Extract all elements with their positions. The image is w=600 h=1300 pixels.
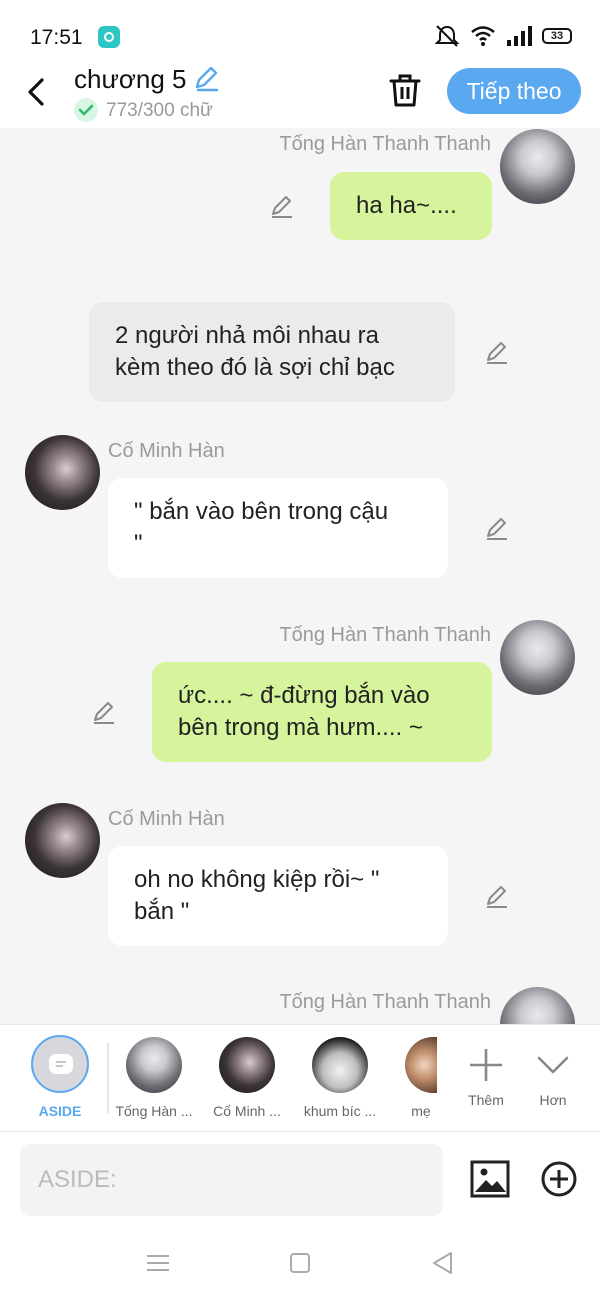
system-nav-bar xyxy=(0,1230,600,1300)
character-avatar[interactable] xyxy=(312,1037,368,1093)
message-bubble[interactable]: " bắn vào bên trong cậu " xyxy=(108,478,448,578)
message-text-line: " bắn vào bên trong cậu xyxy=(134,498,389,525)
character-avatar[interactable] xyxy=(126,1037,182,1093)
chapter-title[interactable]: chương 5 xyxy=(74,64,187,95)
battery-icon: 33 xyxy=(542,28,572,44)
chevron-down-icon[interactable] xyxy=(531,1043,575,1087)
speaker-name: Cố Minh Hàn xyxy=(108,808,225,830)
composer xyxy=(0,1132,600,1230)
back-arrow-icon[interactable] xyxy=(22,72,52,112)
message-text-line: ức.... ~ đ-đừng bắn vào xyxy=(178,682,430,709)
chat-area[interactable]: Tống Hàn Thanh Thanh ha ha~.... 2 người … xyxy=(0,128,600,1024)
word-count: 773/300 chữ xyxy=(106,100,213,121)
character-selector: ASIDE Tống Hàn ... Cố Minh ... khum bíc … xyxy=(0,1024,600,1132)
character-label[interactable]: Tống Hàn ... xyxy=(109,1103,199,1119)
edit-title-pencil-icon[interactable] xyxy=(192,64,220,92)
message-text-line: bên trong mà hưm.... ~ xyxy=(178,714,423,741)
avatar[interactable] xyxy=(500,129,575,204)
message-bubble[interactable]: ức.... ~ đ-đừng bắn vào bên trong mà hưm… xyxy=(152,662,492,762)
check-icon xyxy=(74,98,98,122)
speaker-name: Tống Hàn Thanh Thanh xyxy=(279,133,491,155)
message-bubble[interactable]: oh no không kiệp rồi~ " bắn " xyxy=(108,846,448,946)
character-label[interactable]: khum bíc ... xyxy=(295,1103,385,1119)
aside-text-line: kèm theo đó là sợi chỉ bạc xyxy=(115,354,395,381)
character-avatar[interactable] xyxy=(219,1037,275,1093)
edit-message-pencil-icon[interactable] xyxy=(90,698,118,726)
add-character-icon[interactable] xyxy=(464,1043,508,1087)
menu-icon[interactable] xyxy=(143,1248,173,1278)
image-icon[interactable] xyxy=(470,1160,510,1198)
status-time: 17:51 xyxy=(30,26,83,49)
message-bubble[interactable]: ha ha~.... xyxy=(330,172,492,240)
status-bar: 17:51 33 xyxy=(0,0,600,68)
more-label[interactable]: Hơn xyxy=(523,1092,583,1108)
add-character-label[interactable]: Thêm xyxy=(456,1092,516,1108)
message-text-line: " xyxy=(134,530,143,557)
aside-chat-icon xyxy=(49,1054,73,1074)
speaker-name: Cố Minh Hàn xyxy=(108,440,225,462)
wifi-icon xyxy=(471,26,495,46)
edit-message-pencil-icon[interactable] xyxy=(483,514,511,542)
aside-input[interactable] xyxy=(20,1144,443,1216)
avatar[interactable] xyxy=(25,803,100,878)
message-text-line: oh no không kiệp rồi~ " xyxy=(134,866,380,893)
status-icons: 33 xyxy=(434,24,572,48)
aside-button[interactable] xyxy=(31,1035,89,1093)
avatar[interactable] xyxy=(500,987,575,1024)
message-text: ha ha~.... xyxy=(356,192,457,219)
edit-message-pencil-icon[interactable] xyxy=(483,338,511,366)
app-notification-icon xyxy=(98,26,120,48)
edit-message-pencil-icon[interactable] xyxy=(483,882,511,910)
next-button[interactable]: Tiếp theo xyxy=(447,68,581,114)
aside-label: ASIDE xyxy=(38,1103,82,1119)
signal-icon xyxy=(507,26,532,46)
speaker-name: Tống Hàn Thanh Thanh xyxy=(279,624,491,646)
aside-bubble[interactable]: 2 người nhả môi nhau ra kèm theo đó là s… xyxy=(89,302,455,402)
editor-header: chương 5 773/300 chữ Tiếp theo xyxy=(0,64,600,128)
add-circle-icon[interactable] xyxy=(540,1160,578,1198)
speaker-name: Tống Hàn Thanh Thanh xyxy=(279,991,491,1013)
back-triangle-icon[interactable] xyxy=(428,1248,458,1278)
character-label[interactable]: mẹ xyxy=(376,1103,466,1119)
edit-message-pencil-icon[interactable] xyxy=(268,192,296,220)
character-avatar[interactable] xyxy=(405,1037,437,1093)
home-icon[interactable] xyxy=(285,1248,315,1278)
aside-text-line: 2 người nhả môi nhau ra xyxy=(115,322,379,349)
avatar[interactable] xyxy=(25,435,100,510)
trash-icon[interactable] xyxy=(388,72,422,108)
message-text-line: bắn " xyxy=(134,898,190,925)
character-label[interactable]: Cố Minh ... xyxy=(202,1103,292,1119)
avatar[interactable] xyxy=(500,620,575,695)
mute-icon xyxy=(434,25,460,47)
